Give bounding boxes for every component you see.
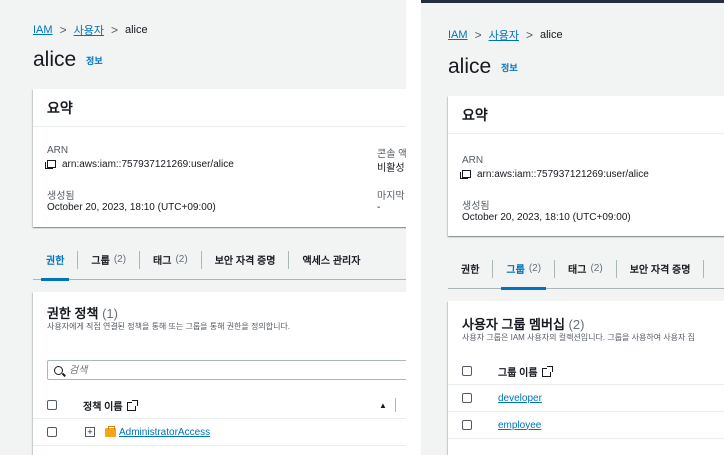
- aws-managed-policy-icon: [105, 425, 116, 437]
- breadcrumb-current: alice: [539, 29, 563, 41]
- page-title-text: alice: [448, 55, 492, 78]
- section-title: 사용자 그룹 멤버십 (2): [462, 317, 585, 332]
- tab-bar: 권한 그룹 (2) 태그 (2) 보안 자격 증명 액세스 관리자: [33, 240, 406, 281]
- column-divider: [395, 398, 396, 412]
- arn-value: arn:aws:iam::757937121269:user/alice: [460, 169, 649, 180]
- tab-permissions[interactable]: 권한: [33, 240, 77, 281]
- arn-label: ARN: [462, 155, 484, 166]
- row-checkbox[interactable]: [462, 420, 472, 430]
- created-label: 생성됨: [462, 201, 490, 212]
- tab-divider: [703, 259, 705, 278]
- policy-link[interactable]: AdministratorAccess: [119, 427, 210, 438]
- section-description: 사용자에게 직접 연결된 정책을 통해 또는 그룹을 통해 권한을 정의합니다.: [47, 322, 291, 331]
- console-access-label: 콘솔 액: [377, 149, 406, 160]
- search-icon: [54, 365, 63, 375]
- created-label: 생성됨: [47, 191, 75, 202]
- select-all-checkbox[interactable]: [47, 400, 57, 410]
- left-screenshot-panel: IAM > 사용자 > alice alice 정보 요약 ARN arn:aw…: [0, 0, 406, 455]
- tab-groups[interactable]: 그룹 (2): [78, 240, 139, 280]
- breadcrumb-chevron-icon: >: [110, 23, 118, 37]
- breadcrumb-chevron-icon: >: [474, 28, 482, 42]
- page-title-text: alice: [33, 48, 77, 71]
- info-link[interactable]: 정보: [501, 63, 518, 73]
- tab-groups[interactable]: 그룹 (2): [493, 249, 554, 290]
- table-header-row: 정책 이름 ▲: [33, 392, 406, 419]
- breadcrumb-iam-link[interactable]: IAM: [33, 24, 53, 36]
- tab-security-credentials[interactable]: 보안 자격 증명: [202, 240, 289, 280]
- arn-value: arn:aws:iam::757937121269:user/alice: [45, 159, 234, 170]
- sort-ascending-icon[interactable]: ▲: [379, 401, 387, 410]
- group-link[interactable]: employee: [498, 420, 541, 431]
- copy-icon[interactable]: [460, 170, 471, 179]
- breadcrumb-iam-link[interactable]: IAM: [448, 29, 468, 41]
- breadcrumb-users-link[interactable]: 사용자: [489, 27, 519, 43]
- table-row: employee: [448, 412, 724, 439]
- tab-tags[interactable]: 태그 (2): [140, 240, 201, 280]
- group-membership-card: 사용자 그룹 멤버십 (2) 사용자 그룹은 IAM 사용자의 컬렉션입니다. …: [448, 301, 724, 455]
- breadcrumb: IAM > 사용자 > alice: [448, 27, 563, 43]
- tab-permissions[interactable]: 권한: [448, 249, 492, 289]
- tab-bar: 권한 그룹 (2) 태그 (2) 보안 자격 증명: [448, 249, 724, 290]
- copy-icon[interactable]: [45, 160, 56, 169]
- created-value: October 20, 2023, 18:10 (UTC+09:00): [47, 202, 216, 213]
- breadcrumb: IAM > 사용자 > alice: [33, 22, 148, 38]
- info-link[interactable]: 정보: [86, 56, 103, 66]
- tab-security-credentials[interactable]: 보안 자격 증명: [617, 249, 704, 289]
- breadcrumb-users-link[interactable]: 사용자: [74, 22, 104, 38]
- created-value: October 20, 2023, 18:10 (UTC+09:00): [462, 212, 631, 223]
- section-description: 사용자 그룹은 IAM 사용자의 컬렉션입니다. 그룹을 사용하여 사용자 집: [462, 333, 695, 342]
- row-checkbox[interactable]: [462, 393, 472, 403]
- last-activity-value: -: [377, 202, 381, 213]
- breadcrumb-chevron-icon: >: [59, 23, 67, 37]
- arn-label: ARN: [47, 145, 69, 156]
- permissions-policies-card: 권한 정책 (1) 사용자에게 직접 연결된 정책을 통해 또는 그룹을 통해 …: [33, 292, 406, 455]
- breadcrumb-current: alice: [124, 24, 148, 36]
- summary-card: 요약 ARN arn:aws:iam::757937121269:user/al…: [33, 89, 406, 227]
- col-group-name[interactable]: 그룹 이름: [498, 364, 553, 379]
- summary-heading: 요약: [448, 96, 724, 134]
- page-title: alice 정보: [33, 48, 103, 72]
- last-activity-label: 마지막: [377, 191, 405, 202]
- table-header-row: 그룹 이름: [448, 358, 724, 385]
- search-box: [47, 360, 406, 380]
- row-checkbox[interactable]: [47, 427, 57, 437]
- tab-tags[interactable]: 태그 (2): [555, 249, 616, 289]
- search-input[interactable]: [69, 364, 369, 376]
- tab-access-advisor[interactable]: 액세스 관리자: [289, 240, 373, 280]
- panel-gap: [406, 0, 421, 455]
- external-link-icon: [541, 365, 553, 377]
- table-row: developer: [448, 385, 724, 412]
- external-link-icon: [126, 399, 138, 411]
- summary-heading: 요약: [33, 89, 406, 127]
- right-screenshot-panel: IAM > 사용자 > alice alice 정보 요약 ARN arn:aw…: [421, 0, 724, 455]
- group-link[interactable]: developer: [498, 393, 542, 404]
- section-title: 권한 정책 (1): [47, 306, 118, 321]
- select-all-checkbox[interactable]: [462, 366, 472, 376]
- col-policy-name[interactable]: 정책 이름: [83, 398, 138, 413]
- breadcrumb-chevron-icon: >: [525, 28, 533, 42]
- table-row: + AdministratorAccess: [33, 419, 406, 446]
- console-access-value: 비활성: [377, 163, 405, 174]
- expand-row-icon[interactable]: +: [85, 427, 95, 437]
- page-title: alice 정보: [448, 55, 518, 79]
- summary-card: 요약 ARN arn:aws:iam::757937121269:user/al…: [448, 96, 724, 236]
